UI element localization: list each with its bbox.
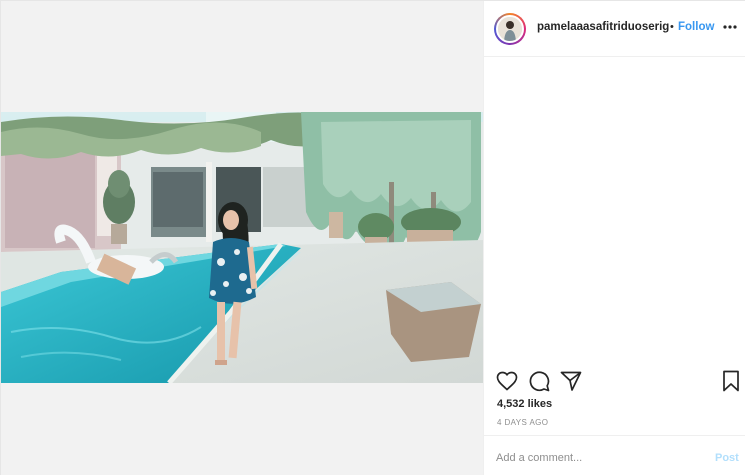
- post-actions: [484, 363, 745, 399]
- avatar[interactable]: [494, 13, 526, 45]
- likes-count[interactable]: 4,532 likes: [497, 398, 552, 410]
- avatar-image: [496, 15, 524, 43]
- follow-button[interactable]: Follow: [678, 21, 714, 33]
- post-comment-button[interactable]: Post: [715, 452, 739, 464]
- post-photo[interactable]: [1, 112, 483, 383]
- separator-dot: •: [670, 21, 674, 33]
- likes-label: likes: [527, 398, 553, 410]
- post-timestamp[interactable]: 4 DAYS AGO: [497, 418, 548, 427]
- username-link[interactable]: pamelaaasafitriduoserigal: [537, 21, 669, 33]
- comment-input[interactable]: [496, 448, 696, 468]
- share-icon[interactable]: [559, 369, 583, 393]
- bookmark-icon[interactable]: [719, 369, 743, 393]
- media-pane: [1, 1, 483, 475]
- more-options-icon[interactable]: [722, 19, 738, 35]
- comment-bar: Post: [484, 435, 745, 475]
- comment-icon[interactable]: [527, 369, 551, 393]
- likes-number: 4,532: [497, 398, 525, 410]
- post-sidebar: pamelaaasafitriduoserigal • Follow 4,532…: [483, 1, 745, 475]
- heart-icon[interactable]: [495, 369, 519, 393]
- instagram-post: pamelaaasafitriduoserigal • Follow 4,532…: [0, 0, 745, 475]
- post-header: pamelaaasafitriduoserigal • Follow: [484, 1, 745, 57]
